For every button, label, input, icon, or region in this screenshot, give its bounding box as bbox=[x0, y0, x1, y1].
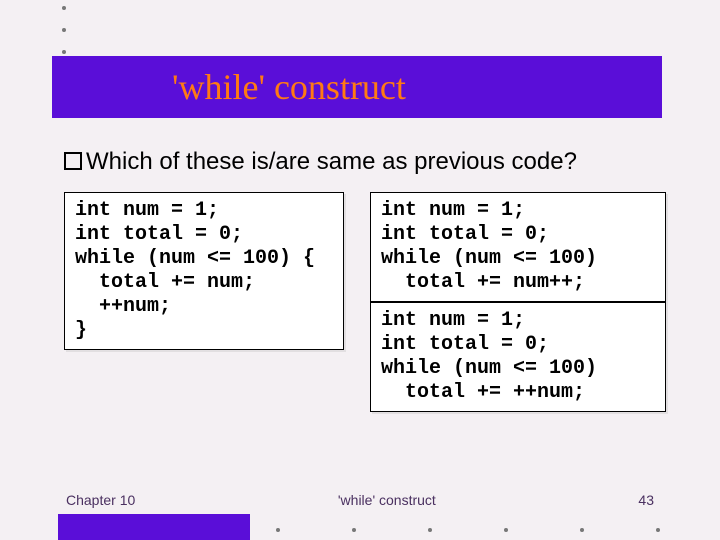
dot bbox=[62, 6, 66, 10]
dot bbox=[62, 28, 66, 32]
bar-spacer bbox=[0, 514, 58, 540]
footer-right: 43 bbox=[638, 492, 654, 508]
code-block-left: int num = 1; int total = 0; while (num <… bbox=[64, 192, 344, 350]
bar-spacer bbox=[250, 514, 720, 540]
code-block-right-top: int num = 1; int total = 0; while (num <… bbox=[370, 192, 666, 302]
footer-left: Chapter 10 bbox=[66, 492, 135, 508]
code-block-right-bottom: int num = 1; int total = 0; while (num <… bbox=[370, 302, 666, 412]
dot bbox=[62, 50, 66, 54]
bullet-square-icon bbox=[64, 152, 82, 170]
bar-accent bbox=[58, 514, 250, 540]
decorative-dots-top bbox=[62, 6, 66, 54]
question-text: Which of these is/are same as previous c… bbox=[86, 148, 577, 176]
question-row: Which of these is/are same as previous c… bbox=[64, 148, 577, 176]
title-bar: 'while' construct bbox=[52, 56, 662, 118]
footer: Chapter 10 'while' construct 43 bbox=[0, 492, 720, 508]
bottom-accent-bars bbox=[0, 514, 720, 540]
footer-center: 'while' construct bbox=[338, 492, 436, 508]
slide-title: 'while' construct bbox=[172, 66, 406, 108]
